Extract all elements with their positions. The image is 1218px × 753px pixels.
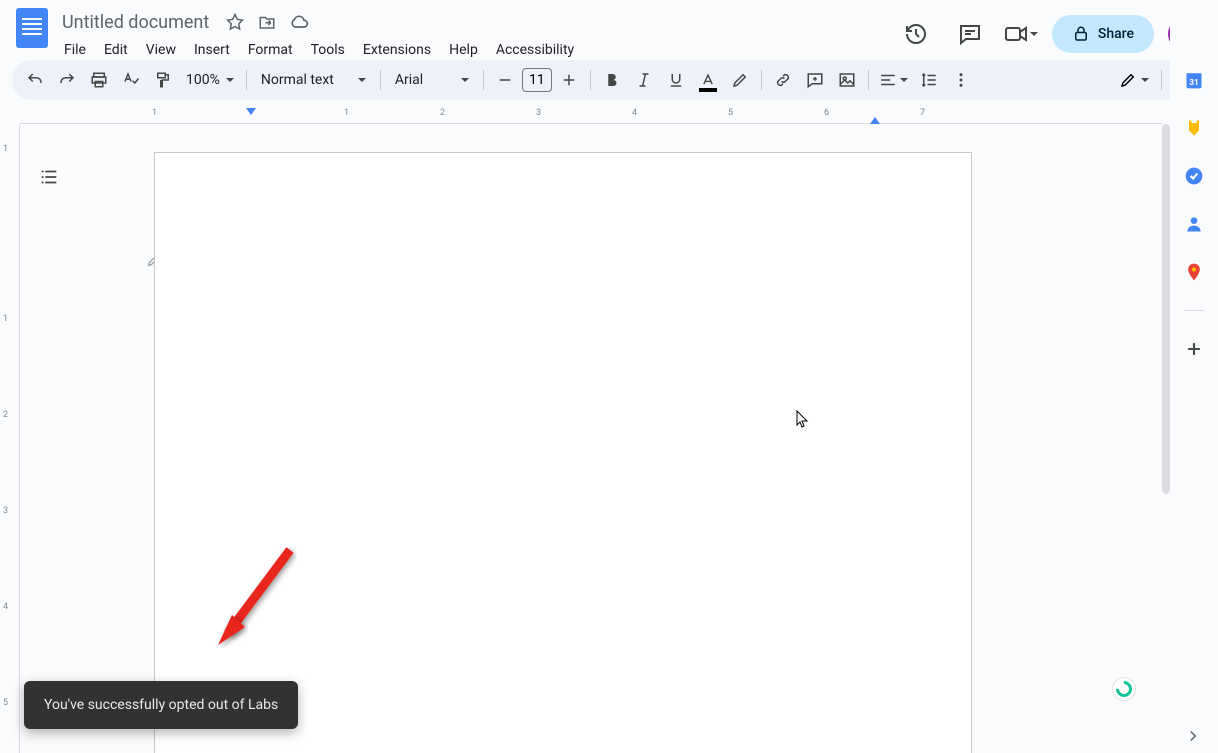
workspace: 1 1 2 3 4 5 6 7 1 1 2 3 4 5 [0,108,1218,753]
tasks-icon[interactable] [1184,166,1204,186]
font-value: Arial [395,72,423,88]
horizontal-ruler[interactable]: 1 1 2 3 4 5 6 7 [20,108,1162,124]
insert-image-button[interactable] [832,65,862,95]
ruler-mark: 5 [728,108,733,118]
menu-accessibility[interactable]: Accessibility [488,38,582,62]
side-panel: 31 [1170,0,1218,753]
docs-icon [16,8,48,48]
menu-file[interactable]: File [56,38,94,62]
menu-bar: File Edit View Insert Format Tools Exten… [56,36,896,64]
add-comment-button[interactable] [800,65,830,95]
zoom-value: 100% [186,72,220,88]
text-color-button[interactable] [693,65,723,95]
separator [380,70,381,90]
document-page[interactable] [154,152,972,753]
menu-insert[interactable]: Insert [186,38,238,62]
ruler-mark: 1 [152,108,157,118]
ruler-mark: 6 [824,108,829,118]
outline-toggle-button[interactable] [34,162,64,192]
font-size-decrease[interactable] [490,65,520,95]
menu-view[interactable]: View [138,38,184,62]
calendar-icon[interactable]: 31 [1184,70,1204,90]
chevron-down-icon [226,78,234,82]
highlight-button[interactable] [725,65,755,95]
zoom-selector[interactable]: 100% [180,72,240,88]
grammarly-badge[interactable] [1112,677,1136,701]
redo-button[interactable] [52,65,82,95]
chevron-down-icon [1030,32,1038,36]
bold-button[interactable] [597,65,627,95]
ruler-mark: 2 [440,108,445,118]
menu-help[interactable]: Help [441,38,486,62]
title-row: Untitled document [56,8,896,36]
menu-edit[interactable]: Edit [96,38,136,62]
add-addon-icon[interactable] [1184,339,1204,359]
comment-icon[interactable] [950,14,990,54]
more-button[interactable] [946,65,976,95]
toast-message: You've successfully opted out of Labs [44,697,278,713]
editing-mode-button[interactable] [1113,71,1155,89]
separator [1161,70,1162,90]
separator [483,70,484,90]
history-icon[interactable] [896,14,936,54]
vertical-ruler[interactable]: 1 1 2 3 4 5 [0,124,20,753]
paint-format-button[interactable] [148,65,178,95]
cloud-status-icon[interactable] [289,12,309,32]
font-size-input[interactable]: 11 [522,68,552,92]
ruler-mark: 3 [536,108,541,118]
menu-extensions[interactable]: Extensions [355,38,439,62]
link-button[interactable] [768,65,798,95]
italic-button[interactable] [629,65,659,95]
canvas-area [20,124,1162,753]
separator [761,70,762,90]
share-label: Share [1098,26,1134,42]
toolbar: 100% Normal text Arial 11 [12,60,1206,100]
move-icon[interactable] [257,12,277,32]
undo-button[interactable] [20,65,50,95]
menu-format[interactable]: Format [240,38,301,62]
header-actions: Share M [896,8,1206,54]
toast-notification: You've successfully opted out of Labs [24,681,298,729]
scrollbar[interactable] [1162,124,1170,494]
hide-side-panel-button[interactable] [1184,727,1202,745]
first-line-indent-marker[interactable] [246,108,256,115]
right-indent-marker[interactable] [870,117,880,124]
chevron-down-icon [358,78,366,82]
ruler-mark: 1 [344,108,349,118]
separator [868,70,869,90]
star-icon[interactable] [225,12,245,32]
align-button[interactable] [875,65,912,95]
document-title[interactable]: Untitled document [56,10,215,35]
chevron-down-icon [461,78,469,82]
title-area: Untitled document File Edit View Insert … [56,8,896,64]
contacts-icon[interactable] [1184,214,1204,234]
ruler-mark: 7 [920,108,925,118]
line-spacing-button[interactable] [914,65,944,95]
chevron-down-icon [900,78,908,82]
ruler-mark: 4 [632,108,637,118]
docs-logo[interactable] [12,8,52,48]
separator [1184,310,1204,311]
meet-button[interactable] [1004,22,1038,46]
font-selector[interactable]: Arial [387,72,477,88]
maps-icon[interactable] [1184,262,1204,282]
menu-tools[interactable]: Tools [303,38,353,62]
font-size-increase[interactable] [554,65,584,95]
keep-icon[interactable] [1184,118,1204,138]
paragraph-style-selector[interactable]: Normal text [253,72,374,88]
separator [246,70,247,90]
print-button[interactable] [84,65,114,95]
app-header: Untitled document File Edit View Insert … [0,0,1218,60]
share-button[interactable]: Share [1052,15,1154,53]
chevron-down-icon [1141,78,1149,82]
svg-text:31: 31 [1189,78,1199,88]
underline-button[interactable] [661,65,691,95]
spellcheck-button[interactable] [116,65,146,95]
style-value: Normal text [261,72,334,88]
separator [590,70,591,90]
